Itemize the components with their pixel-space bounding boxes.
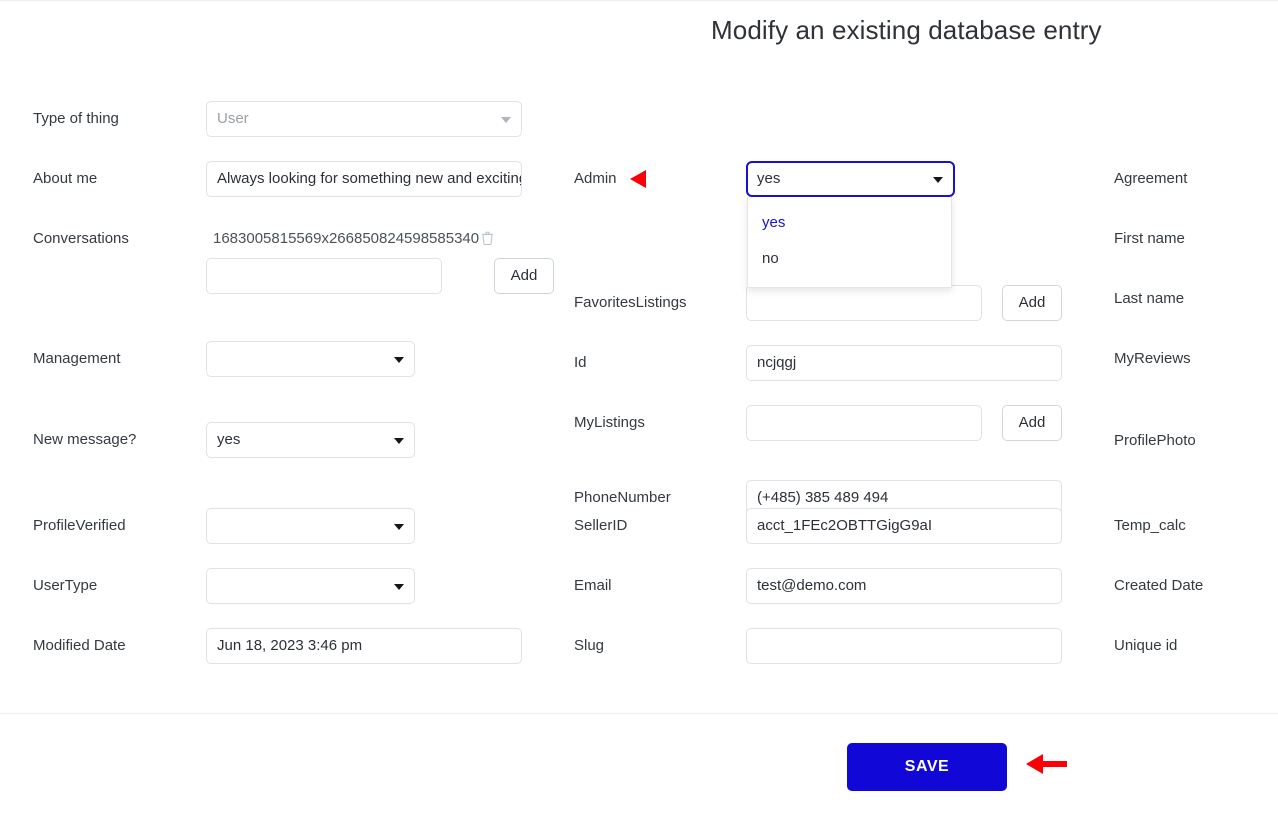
field-label: Id (574, 354, 587, 371)
form-column-middle: Admin yes yes no FavoritesListings Add I… (574, 65, 1074, 713)
type-of-thing-select[interactable]: User (206, 101, 522, 137)
list-item-value: 1683005815569x266850824598585340 (213, 230, 480, 247)
field-label: UserType (33, 577, 98, 594)
field-label: Modified Date (33, 637, 126, 654)
chevron-down-icon (394, 524, 404, 530)
field-label: First name (1114, 230, 1185, 247)
field-label: MyReviews (1114, 350, 1191, 367)
chevron-down-icon (394, 584, 404, 590)
admin-select[interactable]: yes (746, 161, 955, 197)
select-value: yes (757, 170, 781, 187)
field-label: Management (33, 350, 121, 367)
field-type-of-thing: Type of thing User (33, 101, 533, 137)
my-listings-new-input[interactable] (746, 405, 982, 441)
page-title: Modify an existing database entry (711, 15, 1102, 45)
field-label: Created Date (1114, 577, 1204, 594)
seller-id-input[interactable]: acct_1FEc2OBTTGigG9aI (746, 508, 1062, 544)
field-label: FavoritesListings (574, 294, 687, 311)
user-type-select[interactable] (206, 568, 415, 604)
chevron-down-icon (394, 438, 404, 444)
field-label: About me (33, 170, 98, 187)
conversations-list-item: 1683005815569x266850824598585340 (213, 229, 494, 251)
field-user-type: UserType (33, 568, 533, 604)
form-column-left: Type of thing User About me Always looki… (33, 65, 554, 713)
conversations-add-button[interactable]: Add (494, 258, 554, 294)
field-label: Unique id (1114, 637, 1178, 654)
field-label: Slug (574, 637, 605, 654)
page-footer: SAVE (0, 713, 1278, 814)
conversations-new-input[interactable] (206, 258, 442, 294)
admin-label-pointer-arrow-icon (630, 170, 646, 188)
about-me-input[interactable]: Always looking for something new and exc… (206, 161, 522, 197)
trash-icon[interactable] (481, 231, 494, 251)
field-profile-verified: ProfileVerified (33, 508, 533, 544)
field-label: Last name (1114, 290, 1185, 307)
field-management: Management (33, 341, 533, 377)
field-label: PhoneNumber (574, 489, 671, 506)
field-label: ProfilePhoto (1114, 432, 1196, 449)
chevron-down-icon (394, 357, 404, 363)
select-value: yes (217, 431, 241, 448)
admin-option-yes[interactable]: yes (748, 205, 951, 241)
new-message-select[interactable]: yes (206, 422, 415, 458)
save-button[interactable]: SAVE (847, 743, 1007, 791)
field-label: New message? (33, 431, 137, 448)
field-label: ProfileVerified (33, 517, 126, 534)
field-new-message: New message? yes (33, 422, 533, 458)
form-column-right: Agreement First name Last name MyReviews… (1114, 65, 1278, 713)
field-label: Agreement (1114, 170, 1188, 187)
id-input[interactable]: ncjqgj (746, 345, 1062, 381)
field-label: Type of thing (33, 110, 119, 127)
favorites-listings-add-button[interactable]: Add (1002, 285, 1062, 321)
admin-option-no[interactable]: no (748, 241, 951, 277)
field-label: Temp_calc (1114, 517, 1186, 534)
field-label: Email (574, 577, 612, 594)
modify-entry-page: Modify an existing database entry Type o… (0, 0, 1278, 812)
select-value: User (217, 110, 249, 127)
field-label: Conversations (33, 230, 129, 247)
field-label: Admin (574, 170, 617, 187)
field-admin: Admin yes yes no (574, 161, 1074, 288)
page-header: Modify an existing database entry (0, 1, 1278, 65)
management-select[interactable] (206, 341, 415, 377)
profile-verified-select[interactable] (206, 508, 415, 544)
field-label: MyListings (574, 414, 645, 431)
my-listings-add-button[interactable]: Add (1002, 405, 1062, 441)
chevron-down-icon (933, 177, 943, 183)
admin-options-panel: yes no (747, 197, 952, 288)
entry-form: Type of thing User About me Always looki… (0, 65, 1278, 713)
chevron-down-icon (501, 117, 511, 123)
email-input[interactable]: test@demo.com (746, 568, 1062, 604)
field-label: SellerID (574, 517, 628, 534)
slug-input[interactable] (746, 628, 1062, 664)
modified-date-input[interactable]: Jun 18, 2023 3:46 pm (206, 628, 522, 664)
favorites-listings-new-input[interactable] (746, 285, 982, 321)
